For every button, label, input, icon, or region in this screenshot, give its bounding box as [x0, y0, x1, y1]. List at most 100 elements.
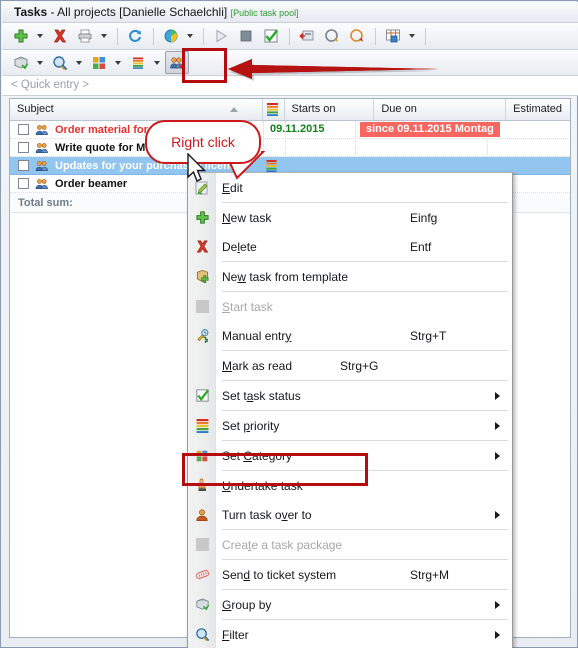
column-header-due-on[interactable]: Due on — [374, 99, 507, 120]
column-header-subject[interactable]: Subject — [10, 99, 263, 120]
menu-item-filter[interactable]: Filter — [188, 620, 512, 648]
filter-dropdown-arrow[interactable] — [73, 52, 84, 73]
priority-icon — [192, 417, 212, 435]
refresh-button[interactable] — [123, 25, 147, 48]
group-by-button[interactable] — [9, 51, 33, 74]
menu-item-send-to-ticket-system[interactable]: Send to ticket system Strg+M — [188, 560, 512, 589]
toolbar-separator — [153, 27, 154, 45]
row-checkbox[interactable] — [18, 178, 29, 189]
menu-item-new-task[interactable]: New task Einfg — [188, 203, 512, 232]
menu-item-label: Delete — [222, 239, 257, 254]
priority-button[interactable] — [126, 51, 150, 74]
application-window: Tasks - All projects [Danielle Schaelchl… — [0, 0, 578, 648]
sort-ascending-icon — [229, 107, 238, 112]
menu-item-label: Filter — [222, 627, 249, 642]
menu-item-set-category[interactable]: Set Category — [188, 441, 512, 470]
menu-item-label: Start task — [222, 299, 273, 314]
menu-item-turn-task-over-to[interactable]: Turn task over to — [188, 500, 512, 529]
category-button[interactable] — [87, 51, 111, 74]
start-task-button[interactable] — [209, 25, 233, 48]
toolbar-separator — [117, 27, 118, 45]
callout-label: Right click — [171, 134, 235, 150]
submenu-arrow-icon — [495, 391, 500, 400]
row-due-on: since 09.11.2015 Montag — [360, 122, 500, 137]
page-title: Tasks — [14, 5, 48, 19]
submenu-arrow-icon — [495, 421, 500, 430]
task-pool-icon — [35, 142, 49, 154]
submenu-arrow-icon — [495, 510, 500, 519]
submenu-arrow-icon — [495, 600, 500, 609]
undertake-button[interactable] — [345, 25, 369, 48]
complete-task-button[interactable] — [259, 25, 283, 48]
print-dropdown-arrow[interactable] — [98, 26, 109, 47]
toolbar-separator — [289, 27, 290, 45]
priority-dropdown-arrow[interactable] — [151, 52, 162, 73]
quick-entry-input[interactable]: < Quick entry > — [2, 76, 578, 96]
grid-header-row: Subject Starts on Due on Estimated — [10, 99, 570, 121]
public-task-pool-tag: [Public task pool] — [230, 8, 299, 18]
manual-entry-button[interactable] — [295, 25, 319, 48]
task-pool-icon — [35, 124, 49, 136]
stop-task-button[interactable] — [234, 25, 258, 48]
column-header-estimated[interactable]: Estimated — [506, 99, 570, 120]
table-layout-button[interactable] — [381, 25, 405, 48]
menu-item-create-a-task-package: Create a task package — [188, 530, 512, 559]
filter-button[interactable] — [48, 51, 72, 74]
row-checkbox[interactable] — [18, 160, 29, 171]
turn-over-button[interactable] — [320, 25, 344, 48]
column-header-starts-on[interactable]: Starts on — [285, 99, 375, 120]
table-row[interactable]: Write quote for Mr. Smith — [10, 139, 570, 157]
table-row[interactable]: Order material for LED lamps 09.11.2015 … — [10, 121, 570, 139]
menu-item-label: Undertake task — [222, 478, 303, 493]
group-by-icon — [192, 596, 212, 614]
menu-item-label: Manual entry — [222, 328, 292, 343]
menu-item-new-task-from-template[interactable]: New task from template — [188, 262, 512, 291]
delete-button[interactable] — [48, 25, 72, 48]
menu-item-label: New task — [222, 210, 272, 225]
menu-item-label: Send to ticket system — [222, 567, 337, 582]
mouse-cursor-icon — [186, 152, 212, 190]
menu-item-set-task-status[interactable]: Set task status — [188, 381, 512, 410]
person-icon — [192, 506, 212, 524]
new-task-dropdown-arrow[interactable] — [34, 26, 45, 47]
status-dropdown-arrow[interactable] — [184, 26, 195, 47]
submenu-arrow-icon — [495, 451, 500, 460]
menu-item-mark-as-read[interactable]: Mark as read Strg+G — [188, 351, 512, 380]
menu-item-label: New task from template — [222, 269, 349, 284]
public-task-pool-button[interactable] — [165, 51, 189, 74]
menu-item-delete[interactable]: Delete Entf — [188, 232, 512, 261]
table-layout-dropdown-arrow[interactable] — [406, 26, 417, 47]
menu-item-set-priority[interactable]: Set priority — [188, 411, 512, 440]
total-sum-label: Total sum: — [18, 196, 73, 209]
green-check-icon — [192, 387, 212, 405]
context-menu: Edit New task Einfg Delete Entf New task… — [187, 172, 513, 648]
grey-square-icon — [192, 298, 212, 316]
toolbar-separator — [375, 27, 376, 45]
template-icon — [192, 268, 212, 286]
row-checkbox[interactable] — [18, 124, 29, 135]
menu-item-group-by[interactable]: Group by — [188, 590, 512, 619]
category-icon — [192, 447, 212, 465]
page-subtitle: - All projects [Danielle Schaelchli] — [47, 5, 231, 19]
primary-toolbar — [2, 23, 578, 50]
group-by-dropdown-arrow[interactable] — [34, 52, 45, 73]
undertake-hand-icon — [192, 477, 212, 495]
category-dropdown-arrow[interactable] — [112, 52, 123, 73]
ticket-icon — [192, 566, 212, 584]
menu-item-shortcut: Strg+M — [410, 567, 450, 582]
menu-item-label: Set priority — [222, 418, 280, 433]
red-x-icon — [192, 238, 212, 256]
priority-icon — [266, 103, 278, 119]
new-task-button[interactable] — [9, 25, 33, 48]
status-button[interactable] — [159, 25, 183, 48]
print-button[interactable] — [73, 25, 97, 48]
menu-item-label: Group by — [222, 597, 272, 612]
menu-item-shortcut: Strg+T — [410, 328, 447, 343]
row-checkbox[interactable] — [18, 142, 29, 153]
task-pool-icon — [35, 178, 49, 190]
column-header-priority[interactable] — [263, 99, 285, 120]
toolbar-separator — [203, 27, 204, 45]
menu-item-undertake-task[interactable]: Undertake task — [188, 471, 512, 500]
menu-item-label: Set Category — [222, 448, 293, 463]
menu-item-manual-entry[interactable]: Manual entry Strg+T — [188, 321, 512, 350]
